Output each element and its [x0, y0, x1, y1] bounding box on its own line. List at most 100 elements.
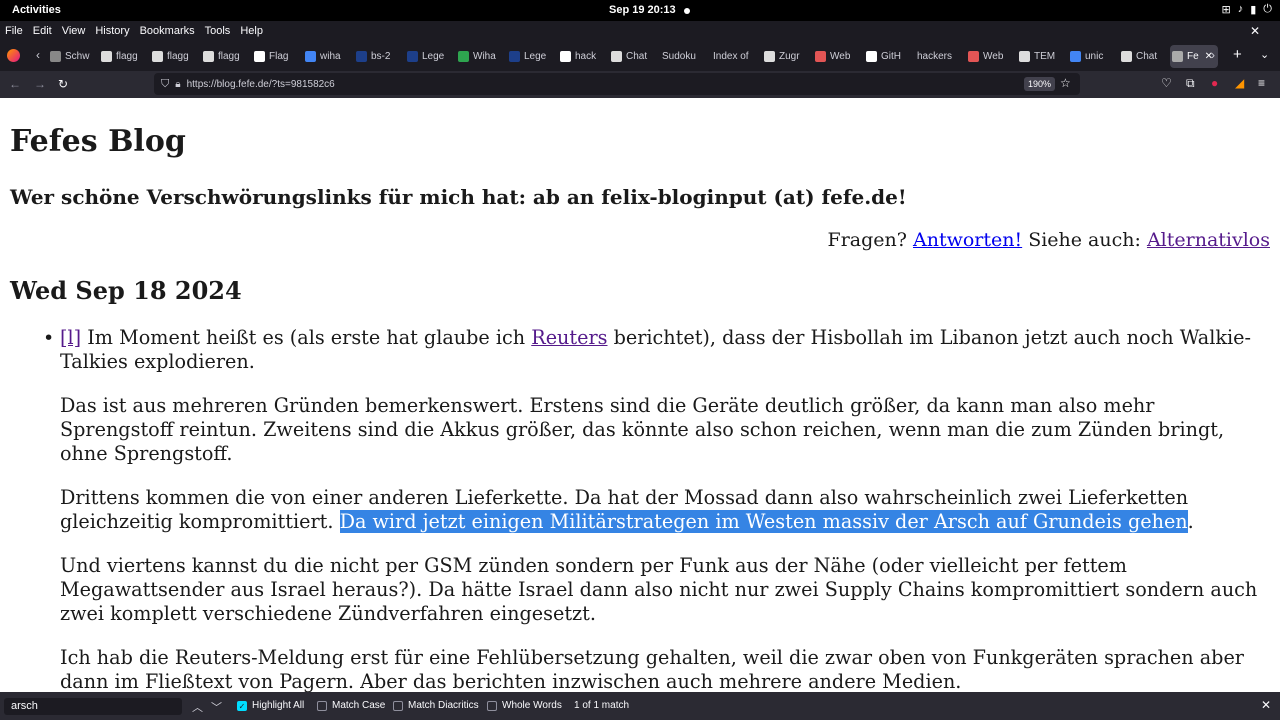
- tab[interactable]: flagg: [150, 45, 201, 68]
- tab[interactable]: bs-2: [354, 45, 405, 68]
- tab-label: flagg: [116, 51, 138, 62]
- tab-label: Index of: [713, 51, 749, 62]
- new-tab-icon[interactable]: +: [1233, 46, 1242, 63]
- match-diacritics-checkbox[interactable]: Match Diacritics: [393, 700, 479, 711]
- alternativlos-link[interactable]: Alternativlos: [1147, 229, 1270, 251]
- menu-help[interactable]: Help: [240, 25, 263, 37]
- bookmark-star-icon[interactable]: ☆: [1060, 76, 1071, 90]
- pocket-icon[interactable]: ♡: [1161, 76, 1172, 90]
- tab[interactable]: hackers: [915, 45, 966, 68]
- tab[interactable]: hack: [558, 45, 609, 68]
- menu-view[interactable]: View: [62, 25, 86, 37]
- lock-icon[interactable]: 🔒︎: [175, 79, 180, 90]
- menu-bookmarks[interactable]: Bookmarks: [140, 25, 195, 37]
- answers-link[interactable]: Antworten!: [913, 229, 1022, 251]
- post-paragraph-3: Drittens kommen die von einer anderen Li…: [60, 486, 1270, 534]
- page-content: Fefes Blog Wer schöne Verschwörungslinks…: [0, 98, 1280, 692]
- url-text[interactable]: https://blog.fefe.de/?ts=981582c6: [187, 79, 335, 90]
- match-case-label: Match Case: [332, 700, 386, 711]
- find-next-icon[interactable]: ﹀: [211, 699, 222, 715]
- clock[interactable]: Sep 19 20:13: [609, 4, 676, 16]
- tab-favicon-icon: [815, 51, 826, 62]
- activities-button[interactable]: Activities: [12, 4, 61, 16]
- tab[interactable]: Sudoku: [660, 45, 711, 68]
- back-icon[interactable]: ←: [9, 77, 21, 91]
- tab-favicon-icon: [611, 51, 622, 62]
- menu-history[interactable]: History: [95, 25, 129, 37]
- tab[interactable]: Web: [966, 45, 1017, 68]
- tab[interactable]: Web: [813, 45, 864, 68]
- tab[interactable]: TEM: [1017, 45, 1068, 68]
- firefox-view-icon[interactable]: [7, 49, 20, 62]
- tab-favicon-icon: [356, 51, 367, 62]
- reuters-link[interactable]: Reuters: [531, 326, 607, 349]
- find-input[interactable]: arsch: [4, 698, 182, 715]
- tab-label: Lege: [422, 51, 445, 62]
- match-case-checkbox[interactable]: Match Case: [317, 700, 385, 711]
- find-status: 1 of 1 match: [574, 700, 630, 711]
- power-icon: ⏻: [1263, 3, 1272, 15]
- ublock-icon[interactable]: ●: [1211, 76, 1218, 90]
- forward-icon[interactable]: →: [34, 77, 46, 91]
- tab-favicon-icon: [407, 51, 418, 62]
- tab[interactable]: Wiha: [456, 45, 507, 68]
- tab[interactable]: unic: [1068, 45, 1119, 68]
- menu-file[interactable]: File: [5, 25, 23, 37]
- navigation-toolbar: ← → ↻ ⛉ 🔒︎ https://blog.fefe.de/?ts=9815…: [0, 71, 1280, 98]
- tab[interactable]: Lege: [405, 45, 456, 68]
- scroll-tabs-right-icon[interactable]: ›: [1211, 48, 1215, 62]
- tab-label: Web: [983, 51, 1004, 62]
- tracking-protection-icon[interactable]: ⛉: [161, 78, 169, 91]
- tab-favicon-icon: [152, 51, 163, 62]
- menu-edit[interactable]: Edit: [33, 25, 52, 37]
- list-all-tabs-icon[interactable]: ⌄: [1260, 48, 1269, 61]
- notification-dot-icon: [684, 8, 690, 14]
- find-previous-icon[interactable]: ︿: [192, 699, 203, 715]
- system-tray[interactable]: ⊞ ♪ ▮ ⏻: [1222, 3, 1272, 16]
- system-top-bar: Activities Sep 19 20:13 ⊞ ♪ ▮ ⏻: [0, 0, 1280, 21]
- tab[interactable]: Chat: [1119, 45, 1170, 68]
- tab-label: Web: [830, 51, 851, 62]
- tab[interactable]: GitH: [864, 45, 915, 68]
- extensions-icon[interactable]: ⧉: [1186, 76, 1195, 91]
- zoom-level-button[interactable]: 190%: [1024, 77, 1056, 91]
- tab[interactable]: Chat: [609, 45, 660, 68]
- scroll-tabs-left-icon[interactable]: ‹: [36, 48, 40, 62]
- post-paragraph-1: [l] Im Moment heißt es (als erste hat gl…: [60, 326, 1270, 374]
- tab-favicon-icon: [764, 51, 775, 62]
- tab-label: Chat: [1136, 51, 1158, 62]
- checkbox-box: [393, 700, 403, 711]
- menu-tools[interactable]: Tools: [205, 25, 231, 37]
- tab-favicon-icon: [968, 51, 979, 62]
- tab[interactable]: Zugr: [762, 45, 813, 68]
- tab-label: Lege: [524, 51, 547, 62]
- tab-label: bs-2: [371, 51, 391, 62]
- tab[interactable]: flagg: [99, 45, 150, 68]
- tab-label: flagg: [167, 51, 189, 62]
- match-diacritics-label: Match Diacritics: [408, 700, 479, 711]
- tab[interactable]: Index of: [711, 45, 762, 68]
- highlight-all-label: Highlight All: [252, 700, 305, 711]
- url-bar[interactable]: ⛉ 🔒︎ https://blog.fefe.de/?ts=981582c6 1…: [154, 73, 1080, 95]
- highlight-all-checkbox[interactable]: ✓ Highlight All: [237, 700, 304, 711]
- tab[interactable]: Lege: [507, 45, 558, 68]
- window-close-icon[interactable]: ✕: [1250, 24, 1260, 38]
- reload-icon[interactable]: ↻: [58, 77, 68, 91]
- tab-favicon-icon: [509, 51, 520, 62]
- whole-words-checkbox[interactable]: Whole Words: [487, 700, 562, 711]
- tab[interactable]: wiha: [303, 45, 354, 68]
- app-menu-icon[interactable]: ≡: [1258, 76, 1265, 90]
- tab-favicon-icon: [560, 51, 571, 62]
- tab[interactable]: Flag: [252, 45, 303, 68]
- tab[interactable]: flagg: [201, 45, 252, 68]
- post-paragraph-5: Ich hab die Reuters-Meldung erst für ein…: [60, 646, 1244, 692]
- tab[interactable]: Schw: [48, 45, 99, 68]
- tab-favicon-icon: [1172, 51, 1183, 62]
- addon-icon[interactable]: ◢: [1235, 76, 1244, 90]
- tab-label: Fe: [1187, 51, 1199, 62]
- tab-favicon-icon: [866, 51, 877, 62]
- permalink[interactable]: [l]: [60, 326, 81, 349]
- tab-label: Flag: [269, 51, 289, 62]
- find-close-icon[interactable]: ✕: [1261, 698, 1271, 712]
- list-bullet: •: [43, 327, 55, 349]
